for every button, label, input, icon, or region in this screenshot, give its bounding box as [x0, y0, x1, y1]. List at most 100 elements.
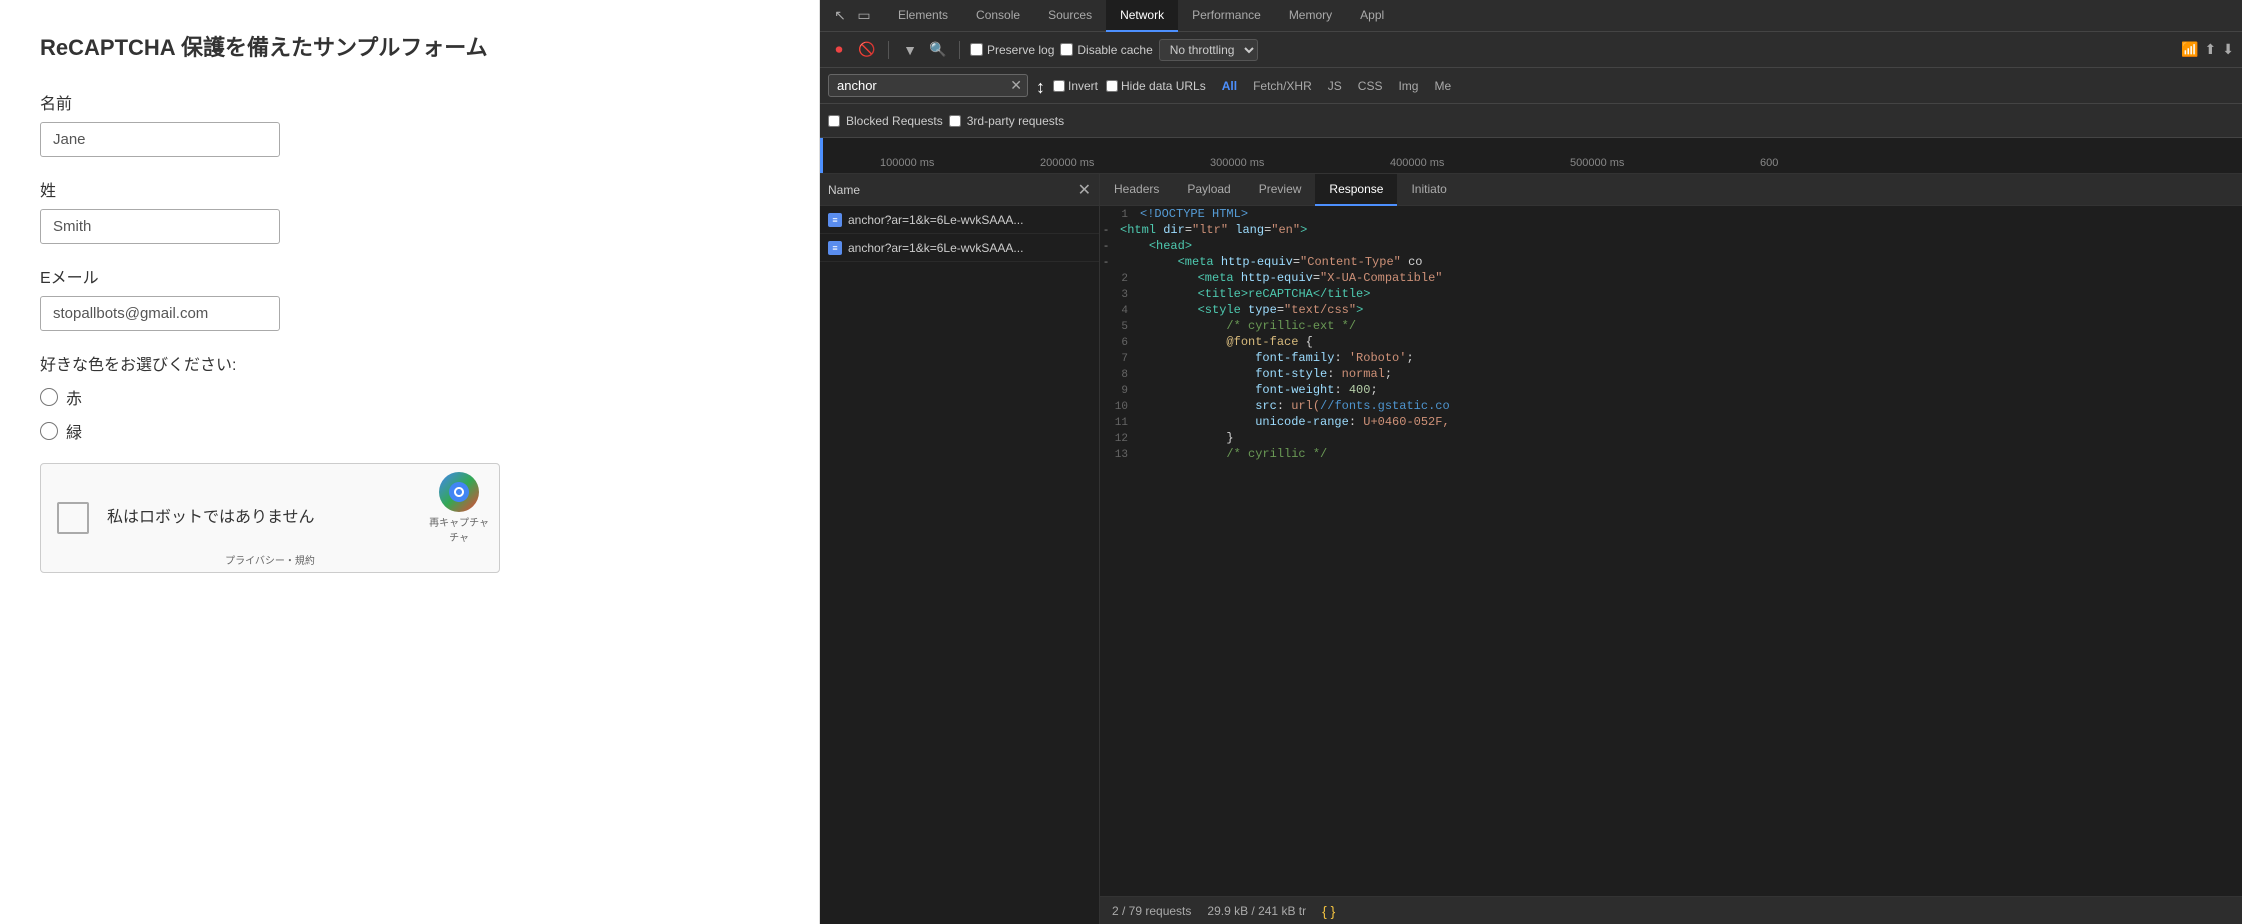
preserve-log-label: Preserve log: [987, 43, 1054, 57]
tab-application[interactable]: Appl: [1346, 0, 1398, 32]
download-icon[interactable]: ⬇: [2222, 41, 2234, 58]
color-label: 好きな色をお選びください:: [40, 351, 779, 375]
hide-data-urls-checkbox[interactable]: [1106, 80, 1118, 92]
invert-group: Invert: [1053, 79, 1098, 93]
throttling-select[interactable]: No throttling Fast 3G Slow 3G: [1159, 39, 1258, 61]
line-num-9: 9: [1100, 385, 1140, 397]
network-list-header: Name ✕: [820, 174, 1099, 206]
filter-input[interactable]: [828, 74, 1028, 97]
timeline-label-2: 200000 ms: [1040, 157, 1094, 169]
timeline-label-3: 300000 ms: [1210, 157, 1264, 169]
code-line-d2: - <head>: [1100, 238, 2242, 254]
recaptcha-privacy-text: プライバシー・規約: [41, 552, 499, 567]
email-label: Eメール: [40, 264, 779, 288]
tab-network[interactable]: Network: [1106, 0, 1178, 32]
filter-btn-all[interactable]: All: [1214, 77, 1245, 95]
form-group-lastname: 姓: [40, 177, 779, 244]
filter-btn-media[interactable]: Me: [1426, 77, 1459, 95]
tab-elements[interactable]: Elements: [884, 0, 962, 32]
filter-options: Invert Hide data URLs: [1053, 79, 1206, 93]
filter-btn-css[interactable]: CSS: [1350, 77, 1391, 95]
clear-button[interactable]: 🚫: [856, 39, 878, 61]
timeline-bar: 100000 ms 200000 ms 300000 ms 400000 ms …: [820, 138, 2242, 174]
tab-preview[interactable]: Preview: [1245, 174, 1316, 206]
tab-initiator[interactable]: Initiato: [1397, 174, 1460, 206]
lastname-input[interactable]: [40, 209, 280, 244]
blocked-requests-label: Blocked Requests: [846, 114, 943, 128]
line-content-9: font-weight: 400;: [1140, 383, 1378, 397]
cursor-icon[interactable]: ↖: [828, 4, 852, 28]
radio-green[interactable]: [40, 422, 58, 440]
recaptcha-icon: [439, 472, 479, 512]
preserve-log-checkbox[interactable]: [970, 43, 983, 56]
devtools-panel: ↖ ▭ Elements Console Sources Network Per…: [820, 0, 2242, 924]
code-line-5: 5 /* cyrillic-ext */: [1100, 318, 2242, 334]
response-tab-bar: Headers Payload Preview Response Initiat…: [1100, 174, 2242, 206]
third-party-label: 3rd-party requests: [967, 114, 1064, 128]
invert-label: Invert: [1068, 79, 1098, 93]
line-num-8: 8: [1100, 369, 1140, 381]
code-line-7: 7 font-family: 'Roboto';: [1100, 350, 2242, 366]
search-button[interactable]: 🔍: [927, 39, 949, 61]
device-icon[interactable]: ▭: [852, 4, 876, 28]
code-line-d3: - <meta http-equiv="Content-Type" co: [1100, 254, 2242, 270]
tab-headers[interactable]: Headers: [1100, 174, 1173, 206]
toolbar-sep-1: [888, 41, 889, 59]
disable-cache-checkbox[interactable]: [1060, 43, 1073, 56]
record-button[interactable]: ⏺: [828, 39, 850, 61]
line-content-3: <title>reCAPTCHA</title>: [1140, 287, 1370, 301]
third-party-checkbox[interactable]: [949, 115, 961, 127]
line-num-2: 2: [1100, 273, 1140, 285]
recaptcha-box[interactable]: 私はロボットではありません 再キャプチャ チャ プライバシー・規約: [40, 463, 500, 573]
line-num-7: 7: [1100, 353, 1140, 365]
network-item-0[interactable]: ≡ anchor?ar=1&k=6Le-wvkSAAA...: [820, 206, 1099, 234]
tab-sources[interactable]: Sources: [1034, 0, 1106, 32]
line-content-2: <meta http-equiv="X-UA-Compatible": [1140, 271, 1442, 285]
timeline-label-4: 400000 ms: [1390, 157, 1444, 169]
line-num-1: 1: [1100, 209, 1140, 221]
doc-icon-1: ≡: [828, 241, 842, 255]
line-content-d2: <head>: [1120, 239, 1192, 253]
line-dash-1: -: [1100, 225, 1120, 237]
tab-memory[interactable]: Memory: [1275, 0, 1346, 32]
lastname-label: 姓: [40, 177, 779, 201]
cursor-pointer-icon: ↕: [1036, 77, 1045, 98]
filter-button[interactable]: ▼: [899, 39, 921, 61]
network-list: Name ✕ ≡ anchor?ar=1&k=6Le-wvkSAAA... ≡ …: [820, 174, 1100, 924]
network-item-1[interactable]: ≡ anchor?ar=1&k=6Le-wvkSAAA...: [820, 234, 1099, 262]
radio-red[interactable]: [40, 388, 58, 406]
tab-response[interactable]: Response: [1315, 174, 1397, 206]
filter-btn-img[interactable]: Img: [1390, 77, 1426, 95]
close-panel-button[interactable]: ✕: [1078, 180, 1091, 200]
code-line-10: 10 src: url(//fonts.gstatic.co: [1100, 398, 2242, 414]
email-input[interactable]: [40, 296, 280, 331]
form-group-name: 名前: [40, 90, 779, 157]
radio-option-red[interactable]: 赤: [40, 385, 779, 409]
filter-btn-fetch[interactable]: Fetch/XHR: [1245, 77, 1320, 95]
wifi-icon[interactable]: 📶: [2181, 41, 2198, 58]
recaptcha-checkbox[interactable]: [57, 502, 89, 534]
tab-console[interactable]: Console: [962, 0, 1034, 32]
tab-performance[interactable]: Performance: [1178, 0, 1275, 32]
upload-icon[interactable]: ⬆: [2205, 41, 2217, 58]
format-json-icon[interactable]: { }: [1322, 903, 1335, 919]
filter-clear-icon[interactable]: ✕: [1010, 77, 1022, 94]
status-bar: 2 / 79 requests 29.9 kB / 241 kB tr { }: [1100, 896, 2242, 924]
line-content-4: <style type="text/css">: [1140, 303, 1363, 317]
filter-btn-js[interactable]: JS: [1320, 77, 1350, 95]
radio-option-green[interactable]: 緑: [40, 419, 779, 443]
line-content-1: <!DOCTYPE HTML>: [1140, 207, 1248, 221]
item-name-1: anchor?ar=1&k=6Le-wvkSAAA...: [848, 241, 1023, 255]
line-content-12: }: [1140, 431, 1234, 445]
line-num-12: 12: [1100, 433, 1140, 445]
line-content-7: font-family: 'Roboto';: [1140, 351, 1414, 365]
line-num-3: 3: [1100, 289, 1140, 301]
line-content-8: font-style: normal;: [1140, 367, 1392, 381]
name-input[interactable]: [40, 122, 280, 157]
invert-checkbox[interactable]: [1053, 80, 1065, 92]
line-content-d1: <html dir="ltr" lang="en">: [1120, 223, 1307, 237]
timeline-label-5: 500000 ms: [1570, 157, 1624, 169]
tab-payload[interactable]: Payload: [1173, 174, 1244, 206]
blocked-requests-checkbox[interactable]: [828, 115, 840, 127]
recaptcha-logo: 再キャプチャ チャ: [429, 472, 489, 544]
